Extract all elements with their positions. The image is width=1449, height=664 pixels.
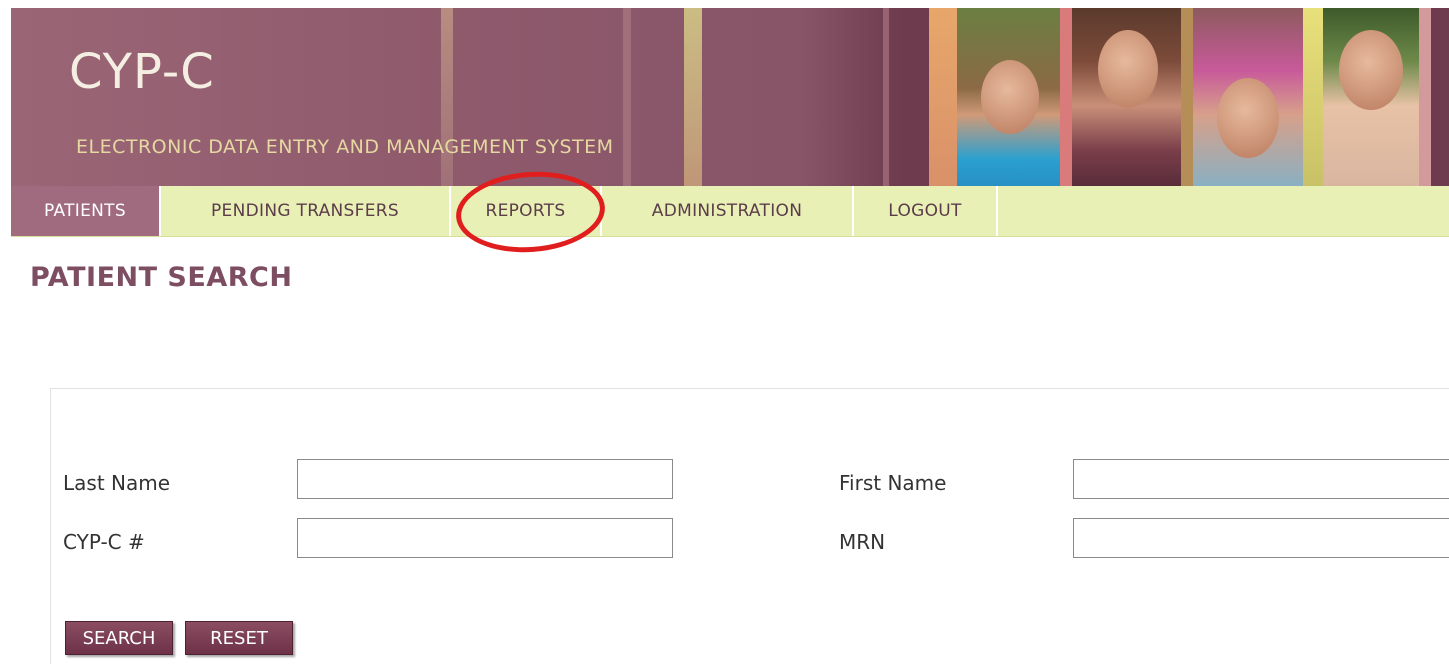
patient-search-form: Last Name First Name CYP-C # MRN SEARCH … <box>50 388 1449 664</box>
banner-stripe <box>1303 8 1323 186</box>
page-title: PATIENT SEARCH <box>30 262 293 293</box>
reset-button[interactable]: RESET <box>185 621 293 655</box>
banner-stripe <box>684 8 702 186</box>
main-nav: PATIENTS PENDING TRANSFERS REPORTS ADMIN… <box>11 186 1449 237</box>
mrn-input[interactable] <box>1073 518 1449 558</box>
nav-logout[interactable]: LOGOUT <box>854 186 998 236</box>
nav-pending-transfers[interactable]: PENDING TRANSFERS <box>161 186 451 236</box>
first-name-input[interactable] <box>1073 459 1449 499</box>
banner-photo-young-man <box>957 8 1060 186</box>
banner-photo-girl <box>1193 8 1303 186</box>
nav-administration[interactable]: ADMINISTRATION <box>602 186 854 236</box>
app-title: CYP-C <box>69 44 215 100</box>
app-subtitle: ELECTRONIC DATA ENTRY AND MANAGEMENT SYS… <box>76 136 614 158</box>
banner-photo-toddler <box>1323 8 1419 186</box>
cypc-number-label: CYP-C # <box>63 530 145 554</box>
cypc-number-input[interactable] <box>297 518 673 558</box>
last-name-input[interactable] <box>297 459 673 499</box>
banner-stripe <box>1060 8 1072 186</box>
search-button[interactable]: SEARCH <box>65 621 173 655</box>
first-name-label: First Name <box>839 471 947 495</box>
banner-stripe <box>441 8 453 186</box>
last-name-label: Last Name <box>63 471 171 495</box>
banner-photo-young-woman <box>1072 8 1181 186</box>
nav-reports[interactable]: REPORTS <box>451 186 602 236</box>
banner-stripe <box>623 8 631 186</box>
header-banner: CYP-C ELECTRONIC DATA ENTRY AND MANAGEME… <box>11 8 1449 186</box>
nav-patients[interactable]: PATIENTS <box>11 186 161 236</box>
mrn-label: MRN <box>839 530 886 554</box>
banner-stripe <box>1181 8 1193 186</box>
banner-stripe <box>883 8 889 186</box>
banner-stripe <box>1419 8 1431 186</box>
banner-stripe <box>929 8 957 186</box>
